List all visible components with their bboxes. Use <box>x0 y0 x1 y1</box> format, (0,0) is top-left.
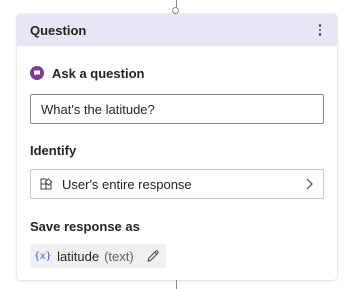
message-row: Ask a question <box>30 64 324 82</box>
entity-grid-icon <box>40 177 53 189</box>
connector-handle[interactable] <box>172 7 179 14</box>
identify-selected-value: User's entire response <box>62 176 192 192</box>
connector-line-bottom <box>176 280 177 289</box>
message-label: Ask a question <box>52 65 145 81</box>
question-text-input[interactable]: What's the latitude? <box>30 94 324 124</box>
flow-canvas: Question Ask a question What's the latit… <box>0 0 353 289</box>
node-header: Question <box>17 14 337 46</box>
more-vertical-icon[interactable] <box>313 21 327 39</box>
message-bubble-icon <box>30 66 44 80</box>
chevron-right-icon <box>306 178 313 190</box>
save-response-label: Save response as <box>30 219 140 234</box>
pencil-icon[interactable] <box>146 249 160 263</box>
variable-chip[interactable]: {x} latitude (text) <box>30 244 166 268</box>
question-node-card[interactable]: Question Ask a question What's the latit… <box>17 14 337 280</box>
variable-icon: {x} <box>34 250 52 262</box>
identify-dropdown[interactable]: User's entire response <box>30 169 324 199</box>
variable-name: latitude <box>57 248 100 264</box>
identify-label: Identify <box>30 143 77 158</box>
node-body: Ask a question What's the latitude? Iden… <box>17 64 337 268</box>
variable-type: (text) <box>104 248 134 264</box>
node-title: Question <box>30 22 87 38</box>
